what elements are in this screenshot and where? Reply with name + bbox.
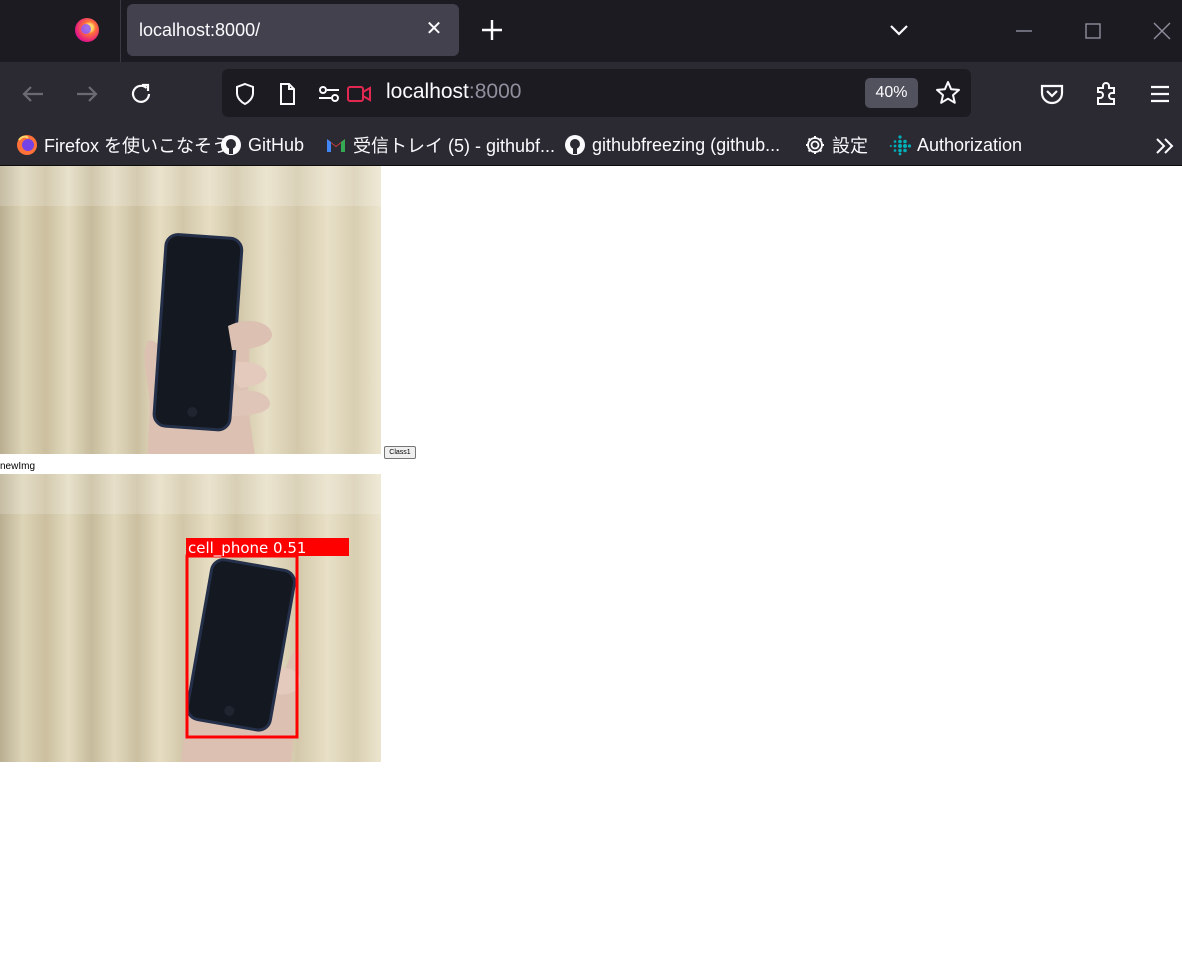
page-info-icon[interactable] bbox=[274, 81, 300, 107]
page-content: Class1 newImg cell_phone 0.51 bbox=[0, 166, 1182, 963]
github-icon bbox=[565, 135, 585, 155]
maximize-icon[interactable] bbox=[1076, 14, 1110, 48]
tab-title: localhost:8000/ bbox=[139, 20, 261, 40]
url-port: :8000 bbox=[468, 80, 522, 103]
url-text[interactable]: localhost:8000 bbox=[386, 80, 521, 104]
bookmark-github[interactable]: GitHub bbox=[220, 132, 304, 158]
bookmark-label: Firefox を使いこなそう bbox=[44, 136, 231, 156]
hamburger-menu-icon[interactable] bbox=[1144, 78, 1176, 110]
tab-close-icon[interactable]: ✕ bbox=[421, 16, 447, 42]
bookmarks-toolbar: Firefox を使いこなそう GitHub 受信トレイ (5) - githu… bbox=[0, 124, 1182, 166]
bookmark-label: 設定 bbox=[832, 136, 868, 156]
more-bookmarks-chevron-icon[interactable] bbox=[1152, 134, 1178, 158]
bookmark-gmail-inbox[interactable]: 受信トレイ (5) - githubf... bbox=[325, 132, 555, 158]
close-window-icon[interactable] bbox=[1145, 14, 1179, 48]
pocket-icon[interactable] bbox=[1036, 78, 1068, 110]
fitbit-icon bbox=[889, 135, 911, 156]
class1-button[interactable]: Class1 bbox=[384, 446, 416, 459]
reload-icon[interactable] bbox=[125, 78, 157, 110]
active-tab[interactable]: localhost:8000/ ✕ bbox=[127, 4, 459, 56]
bookmark-label: GitHub bbox=[248, 134, 305, 155]
url-bar[interactable]: localhost:8000 40% bbox=[222, 69, 971, 117]
tab-strip: localhost:8000/ ✕ bbox=[0, 0, 1182, 62]
gear-icon bbox=[806, 136, 824, 154]
bookmark-firefox-tips[interactable]: Firefox を使いこなそう bbox=[16, 132, 230, 158]
detection-label: cell_phone 0.51 bbox=[188, 539, 306, 558]
github-icon bbox=[221, 135, 241, 155]
new-tab-plus-icon[interactable] bbox=[478, 16, 506, 44]
firefox-icon bbox=[17, 135, 37, 155]
permissions-icon[interactable] bbox=[316, 81, 342, 107]
bookmark-label: 受信トレイ (5) - githubf... bbox=[353, 136, 556, 156]
webcam-image bbox=[0, 166, 381, 454]
bookmark-githubfreezing[interactable]: githubfreezing (github... bbox=[564, 132, 780, 158]
bookmark-star-icon[interactable] bbox=[934, 79, 962, 107]
bookmark-label: Authorization bbox=[917, 134, 1023, 155]
camera-sharing-icon[interactable] bbox=[346, 81, 372, 107]
list-all-tabs-chevron-icon[interactable] bbox=[884, 16, 914, 44]
bookmark-authorization[interactable]: Authorization bbox=[889, 132, 1022, 158]
url-host: localhost bbox=[386, 80, 469, 103]
navigation-toolbar: localhost:8000 40% bbox=[0, 62, 1182, 124]
extensions-icon[interactable] bbox=[1090, 78, 1122, 110]
tab-separator bbox=[120, 0, 121, 62]
detection-result-image: cell_phone 0.51 bbox=[0, 474, 381, 762]
zoom-level-badge[interactable]: 40% bbox=[865, 78, 918, 108]
back-arrow-icon[interactable] bbox=[17, 78, 49, 110]
new-img-label: newImg bbox=[0, 461, 36, 472]
bookmark-settings[interactable]: 設定 bbox=[804, 132, 868, 158]
minimize-icon[interactable] bbox=[1007, 14, 1041, 48]
shield-icon[interactable] bbox=[232, 81, 258, 107]
gmail-icon bbox=[327, 139, 345, 152]
firefox-logo-icon[interactable] bbox=[75, 18, 99, 42]
forward-arrow-icon[interactable] bbox=[71, 78, 103, 110]
bookmark-label: githubfreezing (github... bbox=[592, 134, 781, 155]
